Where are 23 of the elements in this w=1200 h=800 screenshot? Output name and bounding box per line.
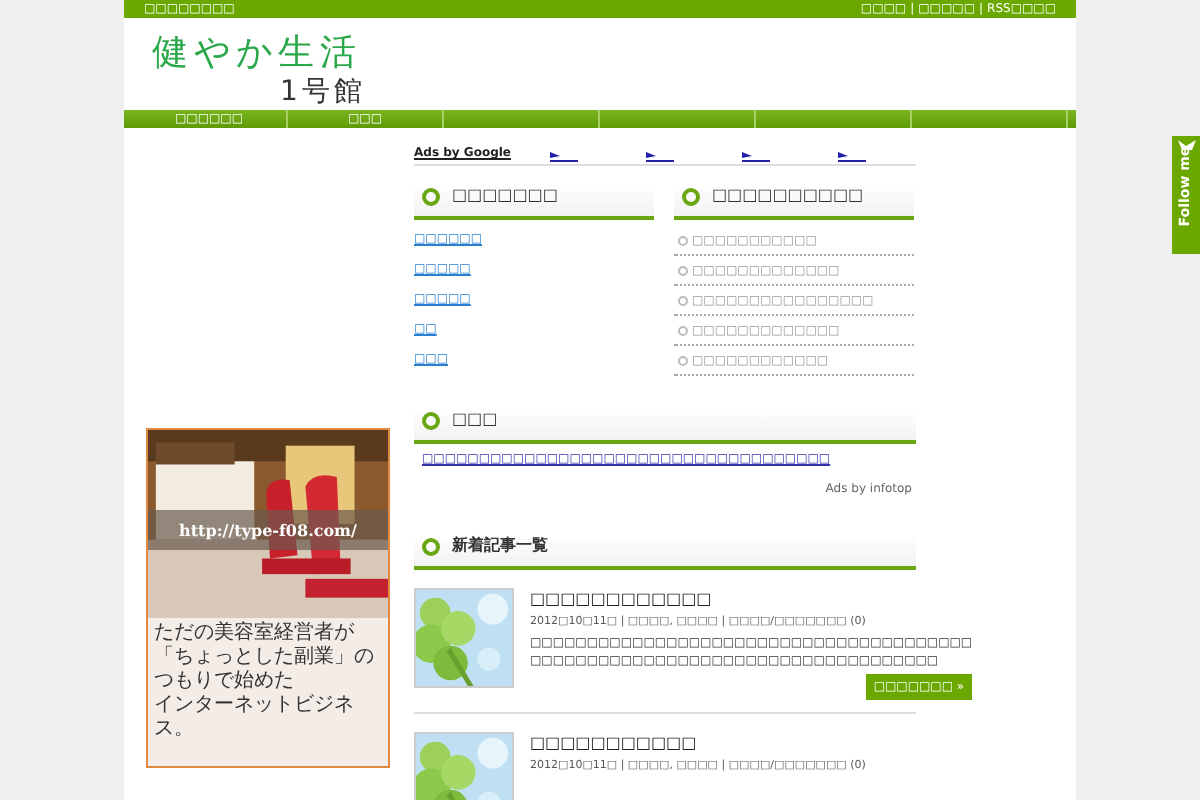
article-title[interactable]: □□□□□□□□□□□ <box>530 732 916 757</box>
banner-caption: ただの美容室経営者が <box>154 622 356 645</box>
flag-icon[interactable] <box>550 152 579 162</box>
widget-title: □□□□□□□□□□ <box>712 184 864 208</box>
banner-caption: インターネットビジネス。 <box>154 694 356 742</box>
widget-title: □□□ <box>452 408 498 432</box>
flag-icon[interactable] <box>646 152 675 162</box>
bullet-icon <box>678 235 688 245</box>
ad-banner[interactable]: http://type-f08.com/ ただの美容室経営者が 「ちょっとした副業」のつもりで始めた インターネットビジネス。 <box>146 428 390 768</box>
bullet-icon <box>678 355 688 365</box>
widget-title: 新着記事一覧 <box>452 534 548 558</box>
flag-icon[interactable] <box>838 152 867 162</box>
bullet-icon <box>678 325 688 335</box>
bird-icon <box>1177 140 1195 152</box>
banner-url: http://type-f08.com/ <box>179 518 357 542</box>
banner-caption: 「ちょっとした副業」のつもりで始めた <box>154 646 376 694</box>
widget-title: □□□□□□□ <box>452 184 558 208</box>
article-title[interactable]: □□□□□□□□□□□□ <box>530 588 973 612</box>
site-subtitle: 1号館 <box>280 74 368 110</box>
site-title[interactable]: 健やか生活 <box>152 34 1076 74</box>
bullet-icon <box>678 295 688 305</box>
flag-icon[interactable] <box>742 152 771 162</box>
bullet-icon <box>678 265 688 275</box>
